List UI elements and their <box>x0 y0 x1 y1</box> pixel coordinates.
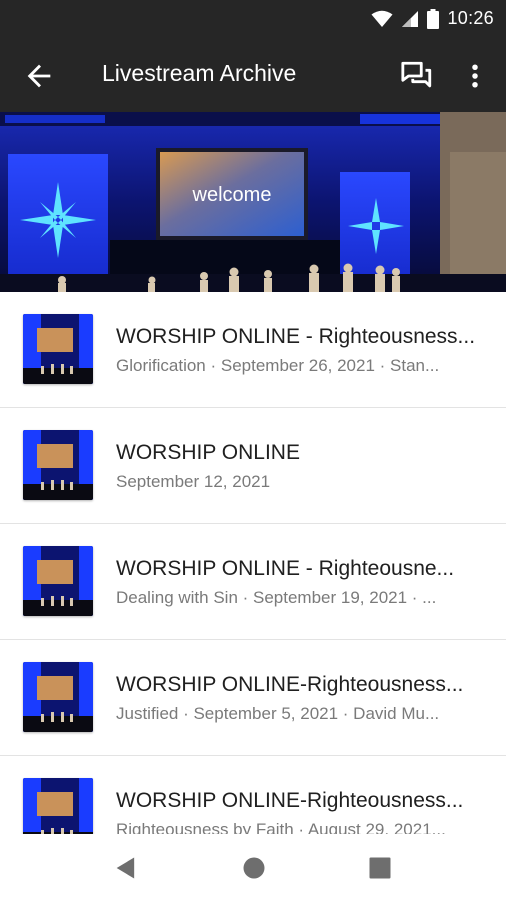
list-item[interactable]: WORSHIP ONLINE - Righteousne... Dealing … <box>0 524 506 640</box>
page-title: Livestream Archive <box>102 60 297 86</box>
list-item[interactable]: WORSHIP ONLINE-Righteousness... Righteou… <box>0 756 506 834</box>
battery-icon <box>427 8 440 29</box>
list-item[interactable]: WORSHIP ONLINE - Righteousness... Glorif… <box>0 292 506 408</box>
nav-recents-icon[interactable] <box>366 854 394 882</box>
item-title: WORSHIP ONLINE-Righteousness... <box>116 673 464 696</box>
chat-icon[interactable] <box>400 59 434 93</box>
item-subtitle: Glorification · September 26, 2021 · Sta… <box>116 356 440 375</box>
signal-icon <box>402 10 419 27</box>
wifi-icon <box>371 10 393 27</box>
system-nav-bar <box>0 834 506 900</box>
item-title: WORSHIP ONLINE - Righteousness... <box>116 325 476 348</box>
item-subtitle: Dealing with Sin · September 19, 2021 · … <box>116 588 437 607</box>
list-item[interactable]: WORSHIP ONLINE September 12, 2021 <box>0 408 506 524</box>
item-thumbnail <box>23 314 93 384</box>
item-thumbnail <box>23 430 93 500</box>
screen-welcome-text: welcome <box>192 184 272 206</box>
item-title: WORSHIP ONLINE-Righteousness... <box>116 789 464 812</box>
status-bar: 10:26 <box>0 0 506 37</box>
status-time: 10:26 <box>447 8 494 28</box>
item-subtitle: Justified · September 5, 2021 · David Mu… <box>116 704 440 723</box>
nav-home-icon[interactable] <box>240 854 268 882</box>
item-thumbnail <box>23 662 93 732</box>
more-vert-icon[interactable] <box>460 59 490 93</box>
item-title: WORSHIP ONLINE <box>116 441 300 464</box>
item-subtitle: Righteousness by Faith · August 29, 2021… <box>116 820 446 834</box>
stage-image: welcome <box>0 112 506 292</box>
item-subtitle: September 12, 2021 <box>116 472 271 491</box>
list-item[interactable]: WORSHIP ONLINE-Righteousness... Justifie… <box>0 640 506 756</box>
back-arrow-icon[interactable] <box>22 59 56 93</box>
item-thumbnail <box>23 546 93 616</box>
app-bar: Livestream Archive <box>0 37 506 112</box>
nav-back-icon[interactable] <box>112 854 140 882</box>
hero-banner: welcome <box>0 112 506 292</box>
archive-list: WORSHIP ONLINE - Righteousness... Glorif… <box>0 292 506 834</box>
item-title: WORSHIP ONLINE - Righteousne... <box>116 557 455 580</box>
status-icons: 10:26 <box>371 8 494 29</box>
item-thumbnail <box>23 778 93 834</box>
